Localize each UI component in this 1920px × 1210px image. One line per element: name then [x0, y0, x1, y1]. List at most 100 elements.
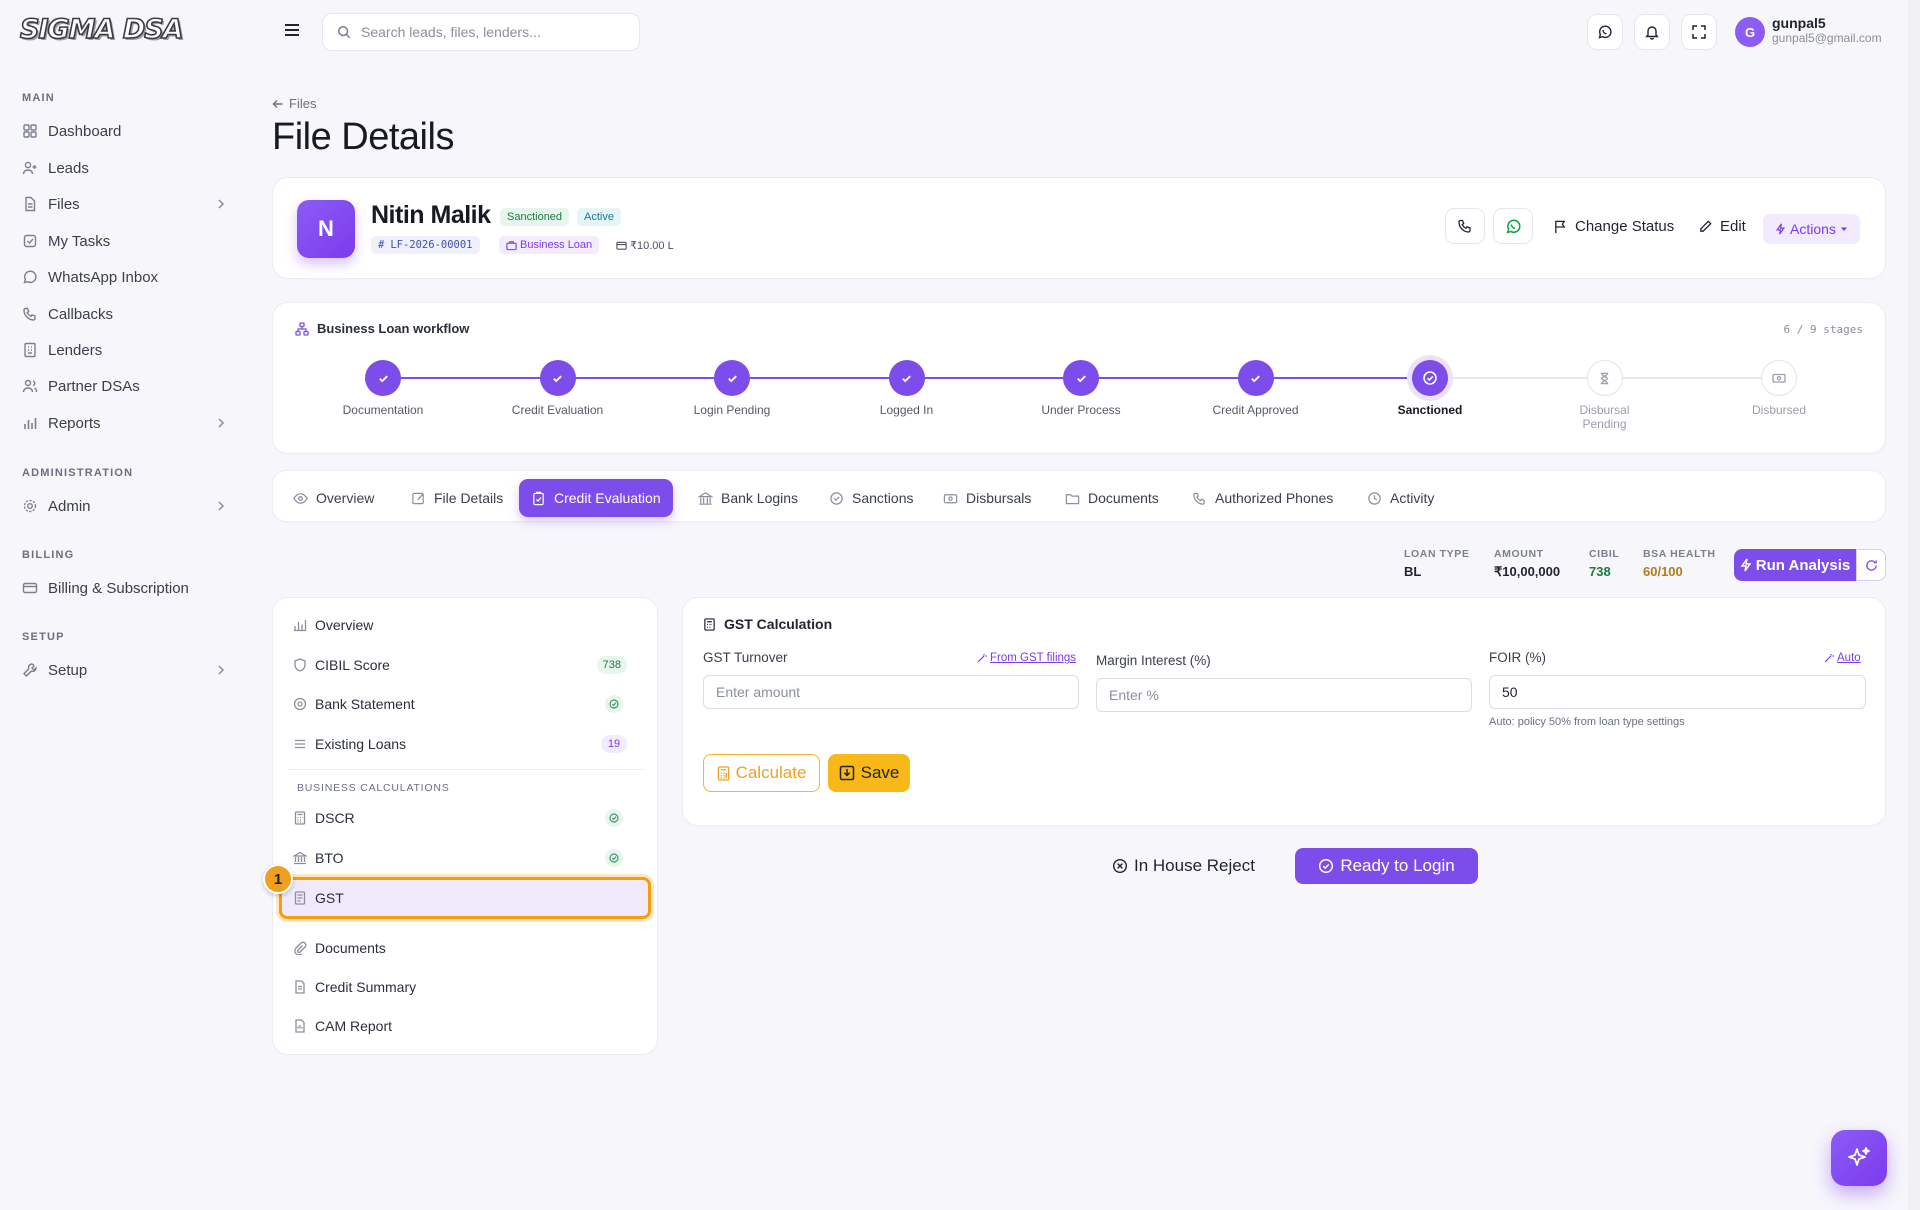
phone-icon	[1458, 219, 1471, 233]
tab-disbursals[interactable]: Disbursals	[931, 479, 1043, 517]
fullscreen-button[interactable]	[1681, 14, 1717, 50]
calculate-button[interactable]: Calculate	[703, 754, 820, 792]
stage-under-process[interactable]	[1063, 360, 1099, 396]
stage-login-pending[interactable]	[714, 360, 750, 396]
search-input[interactable]	[361, 24, 611, 40]
eye-icon	[293, 492, 308, 504]
credit-nav-overview[interactable]: Overview	[289, 607, 645, 643]
ready-to-login-label: Ready to Login	[1340, 856, 1455, 875]
tab-documents[interactable]: Documents	[1053, 479, 1171, 517]
tab-label: Documents	[1088, 490, 1159, 506]
stage-sanctioned[interactable]	[1412, 360, 1448, 396]
whatsapp-button[interactable]	[1587, 14, 1623, 50]
sidebar-item-setup[interactable]: Setup	[22, 655, 228, 685]
tab-credit-evaluation[interactable]: Credit Evaluation	[519, 479, 673, 517]
sidebar-item-label: WhatsApp Inbox	[48, 268, 159, 286]
tab-file-details[interactable]: File Details	[399, 479, 515, 517]
run-analysis-button[interactable]: Run Analysis	[1734, 549, 1856, 581]
menu-toggle-button[interactable]	[276, 14, 308, 46]
credit-nav-label: Overview	[315, 617, 374, 633]
credit-nav-dscr[interactable]: DSCR	[289, 800, 645, 836]
credit-nav-cibil-score[interactable]: CIBIL Score 738	[289, 647, 645, 683]
stage-label: Logged In	[879, 403, 934, 417]
chevron-right-icon	[218, 501, 225, 511]
sidebar-item-lenders[interactable]: Lenders	[22, 335, 228, 365]
stage-logged-in[interactable]	[888, 360, 925, 396]
cash-icon	[1772, 373, 1786, 383]
page-scrollbar[interactable]	[1908, 0, 1920, 1210]
lightning-icon	[1740, 558, 1752, 572]
tab-overview[interactable]: Overview	[281, 479, 386, 517]
ready-to-login-button[interactable]: Ready to Login	[1295, 848, 1478, 884]
tab-label: Disbursals	[966, 490, 1032, 506]
briefcase-icon	[506, 240, 517, 250]
sidebar-item-dashboard[interactable]: Dashboard	[22, 116, 228, 146]
edit-button[interactable]: Edit	[1698, 208, 1746, 244]
workflow-card: Business Loan workflow 6 / 9 stages Docu…	[272, 302, 1886, 454]
credit-nav-documents[interactable]: Documents	[289, 930, 645, 966]
refresh-analysis-button[interactable]	[1856, 549, 1886, 581]
sidebar-item-my-tasks[interactable]: My Tasks	[22, 226, 228, 256]
stage-disbursal-pending[interactable]	[1586, 360, 1623, 396]
ai-assistant-button[interactable]	[1831, 1130, 1887, 1186]
credit-nav-label: BTO	[315, 850, 344, 866]
save-button[interactable]: Save	[828, 754, 910, 792]
breadcrumb-files[interactable]: Files	[289, 96, 316, 111]
sidebar-item-whatsapp-inbox[interactable]: WhatsApp Inbox	[22, 262, 228, 292]
sparkle-icon	[1848, 1147, 1870, 1166]
in-house-reject-button[interactable]: In House Reject	[1112, 848, 1255, 884]
phone-icon	[1193, 492, 1205, 505]
search-bar[interactable]	[322, 13, 640, 51]
sidebar-item-reports[interactable]: Reports	[22, 408, 228, 438]
sidebar-item-billing[interactable]: Billing & Subscription	[22, 573, 228, 603]
credit-nav-existing-loans[interactable]: Existing Loans 19	[289, 726, 645, 762]
credit-nav-credit-summary[interactable]: Credit Summary	[289, 969, 645, 1005]
bell-icon	[1645, 26, 1659, 40]
notifications-button[interactable]	[1634, 14, 1670, 50]
section-label-administration: ADMINISTRATION	[22, 467, 134, 479]
gst-title-text: GST Calculation	[724, 616, 833, 632]
sidebar-item-leads[interactable]: Leads	[22, 153, 228, 183]
user-avatar[interactable]: G	[1735, 17, 1765, 47]
edit-label: Edit	[1720, 217, 1746, 235]
stage-documentation[interactable]	[365, 360, 401, 396]
sidebar-item-files[interactable]: Files	[22, 189, 228, 219]
sidebar-item-callbacks[interactable]: Callbacks	[22, 299, 228, 329]
workflow-title: Business Loan workflow	[295, 321, 469, 336]
sidebar-item-partner-dsas[interactable]: Partner DSAs	[22, 371, 228, 401]
foir-input[interactable]	[1489, 675, 1866, 709]
stage-label: Documentation	[342, 403, 424, 417]
sidebar-item-admin[interactable]: Admin	[22, 491, 228, 521]
breadcrumb[interactable]: Files	[272, 96, 316, 111]
tab-authorized-phones[interactable]: Authorized Phones	[1180, 479, 1345, 517]
stage-disbursed[interactable]	[1761, 360, 1797, 396]
stage-label: Under Process	[1041, 403, 1121, 417]
hash-icon: #	[378, 239, 385, 251]
app-logo[interactable]: SIGMA DSA	[19, 13, 184, 46]
user-name[interactable]: gunpal5	[1772, 15, 1826, 31]
section-label-main: MAIN	[22, 92, 55, 104]
lead-avatar: N	[297, 200, 355, 258]
tab-bank-logins[interactable]: Bank Logins	[686, 479, 810, 517]
change-status-button[interactable]: Change Status	[1553, 208, 1674, 244]
stage-credit-evaluation[interactable]	[539, 360, 576, 396]
margin-interest-input[interactable]	[1096, 678, 1472, 712]
foir-auto-link[interactable]: Auto	[1824, 652, 1861, 664]
gear-icon	[23, 499, 37, 513]
credit-nav-gst[interactable]: GST	[289, 880, 645, 916]
whatsapp-lead-button[interactable]	[1493, 208, 1533, 244]
gst-turnover-input[interactable]	[703, 675, 1079, 709]
stage-credit-approved[interactable]	[1237, 360, 1274, 396]
tab-activity[interactable]: Activity	[1355, 479, 1446, 517]
whatsapp-icon	[1598, 25, 1612, 39]
tab-sanctions[interactable]: Sanctions	[817, 479, 925, 517]
credit-nav-cam-report[interactable]: CAM Report	[289, 1008, 645, 1044]
credit-nav-label: CIBIL Score	[315, 657, 390, 673]
change-status-label: Change Status	[1575, 217, 1675, 235]
metric-bsa-value: 60/100	[1643, 564, 1683, 579]
actions-dropdown[interactable]: Actions	[1763, 214, 1860, 244]
credit-nav-bto[interactable]: BTO	[289, 840, 645, 876]
credit-nav-bank-statement[interactable]: Bank Statement	[289, 686, 645, 722]
call-button[interactable]	[1445, 208, 1485, 244]
from-gst-filings-link[interactable]: From GST filings	[977, 652, 1076, 664]
